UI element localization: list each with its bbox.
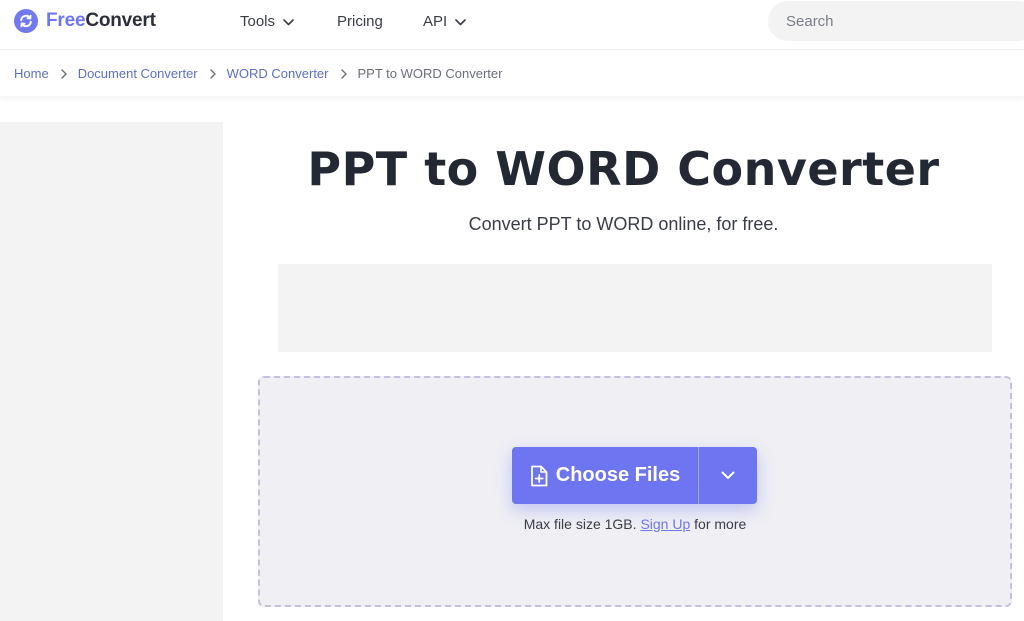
choose-files-button[interactable]: Choose Files	[512, 447, 698, 504]
left-ad-rail	[0, 122, 223, 621]
breadcrumb-home[interactable]: Home	[14, 66, 49, 81]
logo-text: FreeConvert	[46, 10, 156, 32]
logo-text-convert: Convert	[85, 10, 156, 31]
page-subtitle: Convert PPT to WORD online, for free.	[468, 214, 779, 234]
nav-api-label: API	[423, 12, 448, 30]
nav-tools[interactable]: Tools	[240, 12, 294, 30]
chevron-right-icon	[340, 68, 347, 79]
breadcrumb-document-converter[interactable]: Document Converter	[78, 66, 198, 81]
search-input[interactable]	[768, 1, 1024, 41]
choose-source-dropdown[interactable]	[699, 447, 757, 504]
choose-files-button-group: Choose Files	[512, 447, 757, 504]
choose-files-label: Choose Files	[555, 464, 681, 486]
logo[interactable]: FreeConvert	[14, 9, 156, 33]
ad-placeholder	[278, 264, 992, 352]
chevron-right-icon	[60, 68, 67, 79]
page-title: PPT to WORD Converter	[307, 142, 940, 196]
max-file-size-note: Max file size 1GB. Sign Up for more	[258, 516, 1012, 532]
breadcrumb-bar: Home Document Converter WORD Converter P…	[0, 50, 1024, 96]
top-navbar: FreeConvert Tools Pricing API	[0, 0, 1024, 50]
nav-tools-label: Tools	[240, 12, 276, 30]
nav-api[interactable]: API	[423, 12, 466, 30]
nav-pricing[interactable]: Pricing	[337, 12, 383, 30]
refresh-icon	[14, 9, 38, 33]
chevron-down-icon	[721, 467, 735, 485]
max-size-text: Max file size 1GB.	[523, 516, 637, 532]
breadcrumb: Home Document Converter WORD Converter P…	[14, 66, 502, 81]
breadcrumb-word-converter[interactable]: WORD Converter	[227, 66, 329, 81]
sign-up-link[interactable]: Sign Up	[640, 516, 690, 532]
nav-pricing-label: Pricing	[337, 12, 383, 30]
file-plus-icon	[530, 465, 548, 487]
logo-text-free: Free	[46, 10, 86, 31]
chevron-down-icon	[283, 13, 294, 30]
for-more-text: for more	[694, 516, 747, 532]
chevron-right-icon	[209, 68, 216, 79]
chevron-down-icon	[455, 13, 466, 30]
breadcrumb-current: PPT to WORD Converter	[357, 66, 503, 81]
